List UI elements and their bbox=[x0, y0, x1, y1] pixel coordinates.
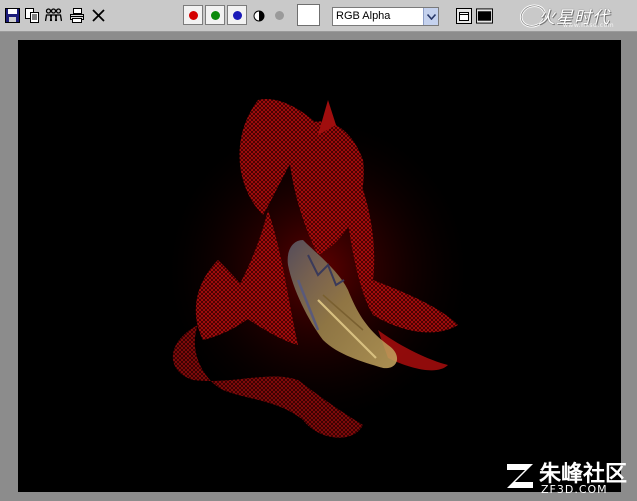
save-image-button[interactable] bbox=[4, 7, 21, 24]
rendered-image bbox=[168, 99, 468, 438]
chevron-down-icon[interactable] bbox=[423, 8, 438, 25]
half-circle-icon bbox=[253, 10, 264, 21]
color-swatch[interactable] bbox=[297, 4, 320, 26]
display-toggle-button[interactable] bbox=[455, 7, 472, 24]
gray-dot-icon bbox=[275, 11, 284, 20]
clear-image-button[interactable] bbox=[90, 7, 107, 24]
blue-dot-icon bbox=[232, 10, 242, 20]
clone-icon bbox=[45, 8, 62, 22]
window-icon bbox=[455, 7, 472, 24]
save-icon bbox=[5, 8, 20, 23]
hxsd-logo: 火星时代 www.hxsd.com bbox=[518, 1, 637, 31]
monochrome-button[interactable] bbox=[250, 7, 267, 24]
green-dot-icon bbox=[210, 10, 220, 20]
render-viewport bbox=[18, 40, 621, 492]
alpha-channel-button[interactable] bbox=[271, 7, 288, 24]
channel-display-dropdown[interactable]: RGB Alpha bbox=[332, 7, 439, 26]
blue-channel-button[interactable] bbox=[227, 5, 247, 25]
zf3d-logo-icon bbox=[507, 464, 533, 488]
zf3d-watermark: 朱峰社区 ZF3D.COM bbox=[501, 454, 631, 496]
print-icon bbox=[69, 8, 84, 23]
red-dot-icon bbox=[188, 10, 198, 20]
frame-icon bbox=[476, 7, 493, 24]
background-toggle-button[interactable] bbox=[476, 7, 493, 24]
copy-icon bbox=[25, 8, 39, 23]
logo-subtext: www.hxsd.com bbox=[563, 22, 615, 29]
print-image-button[interactable] bbox=[68, 7, 85, 24]
clone-frame-button[interactable] bbox=[45, 7, 62, 24]
red-channel-button[interactable] bbox=[183, 5, 203, 25]
watermark-subtitle: ZF3D.COM bbox=[541, 483, 608, 496]
close-icon bbox=[92, 9, 105, 22]
channel-display-value: RGB Alpha bbox=[336, 10, 391, 22]
green-channel-button[interactable] bbox=[205, 5, 225, 25]
copy-image-button[interactable] bbox=[24, 7, 41, 24]
render-frame-toolbar: RGB Alpha 火星时代 www.hxsd.com bbox=[0, 0, 637, 32]
